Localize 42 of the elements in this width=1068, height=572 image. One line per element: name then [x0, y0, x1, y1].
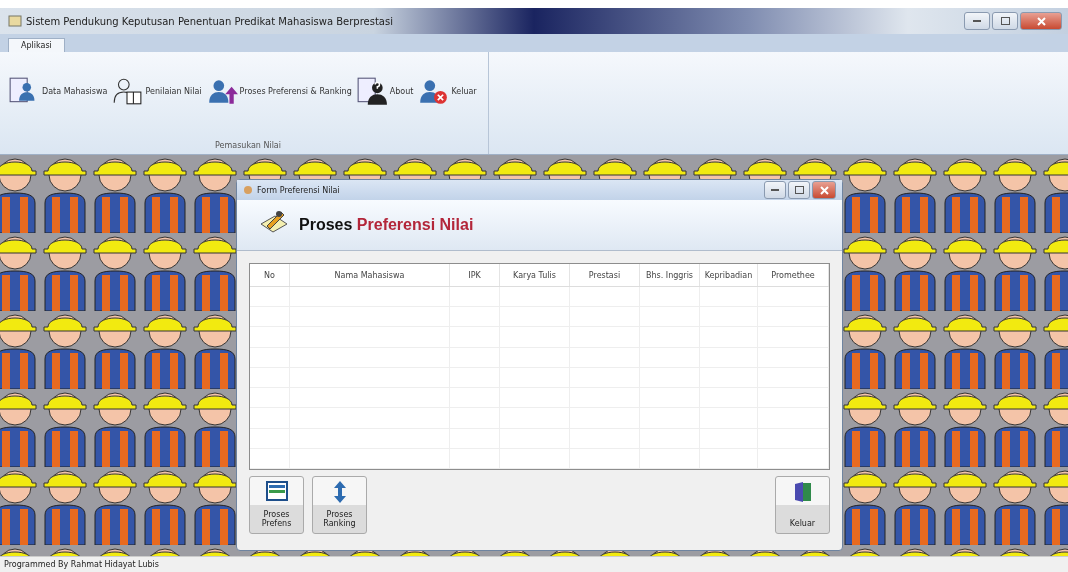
ribbon-tab[interactable]: Aplikasi	[8, 38, 65, 52]
close-button[interactable]	[812, 181, 836, 199]
column-header[interactable]: Kepribadian	[700, 264, 758, 286]
close-icon	[1036, 16, 1046, 26]
form-button[interactable]: Proses Ranking	[312, 476, 367, 534]
ribbon-button[interactable]: Keluar	[417, 77, 477, 105]
form-heading: Proses Preferensi Nilai	[299, 216, 474, 234]
column-header[interactable]: Prestasi	[570, 264, 640, 286]
close-icon	[819, 185, 829, 195]
person-question-icon	[355, 77, 388, 105]
column-header[interactable]: Bhs. Inggris	[640, 264, 700, 286]
person-with-table-icon	[111, 77, 144, 105]
column-header[interactable]: No	[250, 264, 290, 286]
minimize-icon	[973, 19, 981, 23]
ribbon-button[interactable]: Data Mahasiswa	[8, 77, 108, 105]
minimize-button[interactable]	[764, 181, 786, 199]
child-window-title: Form Preferensi Nilai	[257, 185, 340, 195]
ribbon-button[interactable]: Penilaian Nilai	[111, 77, 202, 105]
column-header[interactable]: Karya Tulis	[500, 264, 570, 286]
form-button[interactable]: Proses Prefens	[249, 476, 304, 534]
app-icon	[243, 185, 253, 195]
group-label: Pemasukan Nilai	[215, 141, 281, 150]
app-icon	[8, 15, 22, 27]
minimize-button[interactable]	[964, 12, 990, 30]
ribbon-button[interactable]: Proses Preferensi & Ranking	[205, 77, 352, 105]
column-header[interactable]: IPK	[450, 264, 500, 286]
status-text: Programmed By Rahmat Hidayat Lubis	[4, 560, 159, 569]
maximize-button[interactable]	[992, 12, 1018, 30]
up-down-arrow-icon	[332, 481, 347, 503]
window-list-icon	[265, 481, 288, 501]
maximize-button[interactable]	[788, 181, 810, 199]
door-icon	[792, 481, 813, 503]
column-header[interactable]: Promethee	[758, 264, 829, 286]
maximize-icon	[1000, 17, 1010, 25]
minimize-icon	[771, 188, 779, 192]
form-button[interactable]: Keluar	[775, 476, 830, 534]
close-button[interactable]	[1020, 12, 1062, 30]
column-header[interactable]: Nama Mahasiswa	[290, 264, 450, 286]
window-title: Sistem Pendukung Keputusan Penentuan Predikat Mahasiswa Berprestasi	[26, 15, 393, 27]
ribbon-button[interactable]: About	[355, 77, 414, 105]
maximize-icon	[794, 186, 804, 194]
person-close-icon	[417, 77, 450, 105]
